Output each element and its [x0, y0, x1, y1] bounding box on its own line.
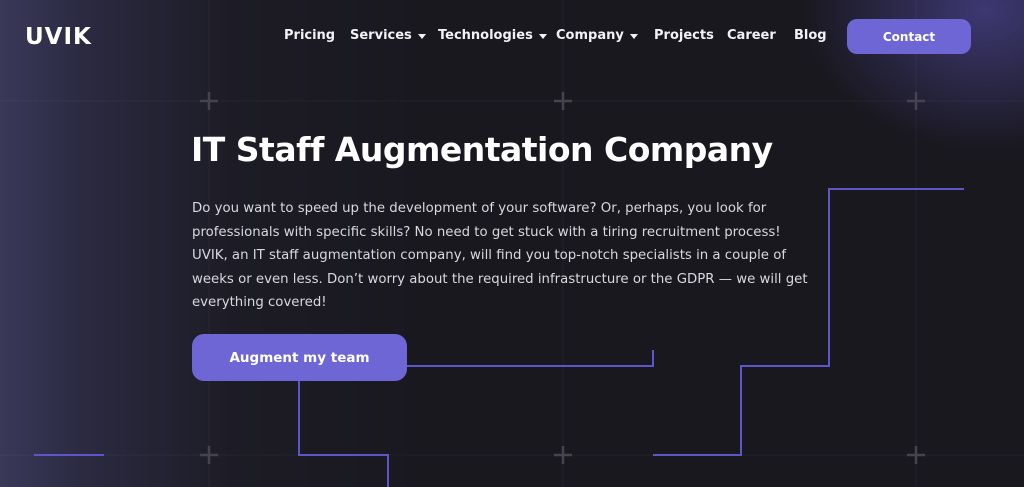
nav-item-label: Technologies — [438, 28, 533, 43]
nav-item-technologies[interactable]: Technologies — [438, 28, 547, 43]
chevron-down-icon — [417, 33, 426, 39]
nav-item-label: Pricing — [284, 28, 336, 43]
nav-item-label: Services — [350, 28, 412, 43]
nav-item-label: Career — [727, 28, 776, 43]
nav-item-services[interactable]: Services — [350, 28, 426, 43]
nav-item-career[interactable]: Career — [727, 28, 776, 43]
chevron-down-icon — [538, 33, 547, 39]
nav-item-label: Company — [556, 28, 624, 43]
augment-team-button[interactable]: Augment my team — [192, 334, 407, 381]
nav-item-projects[interactable]: Projects — [654, 28, 714, 43]
contact-button[interactable]: Contact — [847, 19, 971, 54]
nav-item-label: Blog — [794, 28, 827, 43]
nav-item-blog[interactable]: Blog — [794, 28, 827, 43]
chevron-down-icon — [629, 33, 638, 39]
nav-item-label: Projects — [654, 28, 714, 43]
hero-description: Do you want to speed up the development … — [192, 201, 808, 310]
nav-item-company[interactable]: Company — [556, 28, 638, 43]
nav-item-pricing[interactable]: Pricing — [284, 28, 335, 43]
hero-title: IT Staff Augmentation Company — [191, 130, 773, 169]
